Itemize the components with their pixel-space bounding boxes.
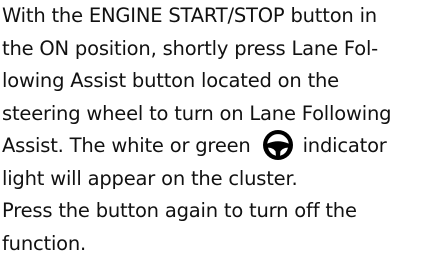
- steering-wheel-icon: [261, 128, 295, 162]
- text-line-3: lowing Assist button located on the: [2, 65, 428, 98]
- text-line-6: light will appear on the cluster.: [2, 163, 428, 196]
- text-line-4: steering wheel to turn on Lane Following: [2, 98, 428, 131]
- text-line-5-after-icon: indicator: [303, 134, 387, 157]
- text-line-5-before-icon: Assist. The white or green: [2, 134, 251, 157]
- text-line-1: With the ENGINE START/STOP button in: [2, 0, 428, 33]
- instruction-text: With the ENGINE START/STOP button in the…: [2, 0, 428, 260]
- text-line-8: function.: [2, 228, 428, 260]
- text-line-7: Press the button again to turn off the: [2, 195, 428, 228]
- text-line-5: Assist. The white or green indicator: [2, 130, 428, 163]
- text-line-2: the ON position, shortly press Lane Fol-: [2, 33, 428, 66]
